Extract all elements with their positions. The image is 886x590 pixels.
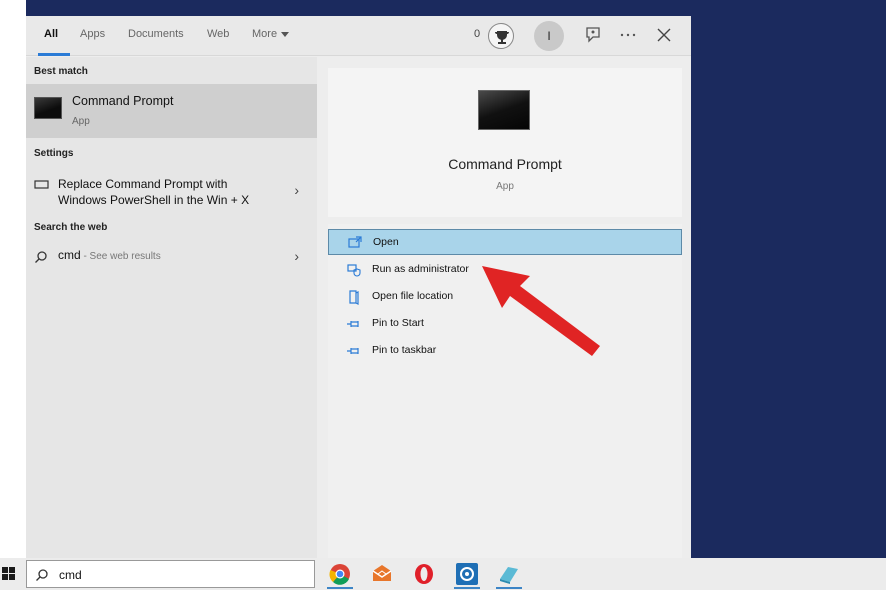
setting-result-item[interactable]: Replace Command Prompt with Windows Powe…	[26, 172, 317, 212]
app-preview: Command Prompt App	[328, 68, 682, 217]
action-open[interactable]: Open	[328, 229, 682, 255]
taskbar: cmd	[0, 558, 886, 590]
rewards-button[interactable]	[488, 23, 514, 49]
rewards-count: 0	[474, 28, 481, 40]
chrome-icon[interactable]	[327, 561, 353, 587]
chevron-right-icon: ›	[294, 182, 299, 198]
search-tab-bar: All Apps Documents Web More 0 I	[26, 16, 691, 56]
search-icon	[35, 251, 47, 263]
setting-result-text: Replace Command Prompt with Windows Powe…	[58, 176, 278, 208]
best-match-title: Command Prompt	[72, 94, 174, 108]
open-icon	[348, 236, 362, 248]
tab-apps[interactable]: Apps	[80, 28, 105, 40]
setting-line-1: Replace Command Prompt with	[58, 177, 228, 191]
action-open-label: Open	[373, 236, 399, 248]
setting-line-2: Windows PowerShell in the Win + X	[58, 193, 250, 207]
best-match-heading: Best match	[34, 66, 88, 77]
monitor-icon	[34, 180, 49, 189]
close-icon[interactable]	[653, 24, 675, 46]
mail-icon[interactable]	[369, 561, 395, 587]
action-open-file-location-label: Open file location	[372, 290, 454, 302]
shield-admin-icon	[347, 264, 361, 277]
settings-active-indicator	[454, 587, 480, 589]
web-suffix: - See web results	[80, 251, 161, 262]
windows-start-icon[interactable]	[2, 567, 16, 581]
file-location-icon	[349, 290, 359, 305]
settings-heading: Settings	[34, 148, 74, 159]
tab-more-label: More	[252, 28, 278, 40]
command-prompt-large-icon	[478, 90, 530, 130]
settings-app-icon[interactable]	[454, 561, 480, 587]
tab-documents[interactable]: Documents	[128, 28, 184, 40]
file-manager-icon[interactable]	[496, 561, 522, 587]
action-pin-to-taskbar-label: Pin to taskbar	[372, 344, 437, 356]
pin-icon	[347, 348, 359, 354]
preview-title: Command Prompt	[448, 156, 562, 172]
chevron-right-icon: ›	[294, 248, 299, 264]
annotation-arrow-icon	[482, 266, 600, 356]
best-match-subtitle: App	[72, 116, 90, 127]
pin-icon	[347, 321, 359, 327]
action-pin-to-start-label: Pin to Start	[372, 317, 424, 329]
opera-icon[interactable]	[411, 561, 437, 587]
file-manager-active-indicator	[496, 587, 522, 589]
web-result-text: cmd - See web results	[58, 248, 161, 262]
taskbar-search-input[interactable]: cmd	[26, 560, 315, 588]
active-tab-indicator	[38, 53, 70, 56]
search-web-heading: Search the web	[34, 222, 108, 233]
search-icon	[36, 569, 48, 581]
chrome-active-indicator	[327, 587, 353, 589]
action-run-as-administrator-label: Run as administrator	[372, 263, 469, 275]
command-prompt-icon	[34, 97, 62, 119]
tab-more[interactable]: More	[252, 28, 290, 40]
tab-web[interactable]: Web	[207, 28, 229, 40]
more-options-icon[interactable]	[617, 24, 639, 46]
web-query: cmd	[58, 248, 81, 262]
tab-all[interactable]: All	[44, 28, 58, 40]
preview-subtitle: App	[496, 181, 514, 192]
results-list: Best match Command Prompt App Settings R…	[26, 57, 317, 558]
web-result-item[interactable]: cmd - See web results ›	[26, 245, 317, 271]
taskbar-search-value: cmd	[59, 568, 82, 582]
trophy-icon	[495, 31, 509, 44]
desktop-strip	[0, 0, 26, 558]
best-match-item[interactable]: Command Prompt App	[26, 84, 317, 138]
avatar[interactable]: I	[534, 21, 564, 51]
chevron-down-icon	[281, 31, 290, 37]
feedback-icon[interactable]	[582, 24, 604, 46]
